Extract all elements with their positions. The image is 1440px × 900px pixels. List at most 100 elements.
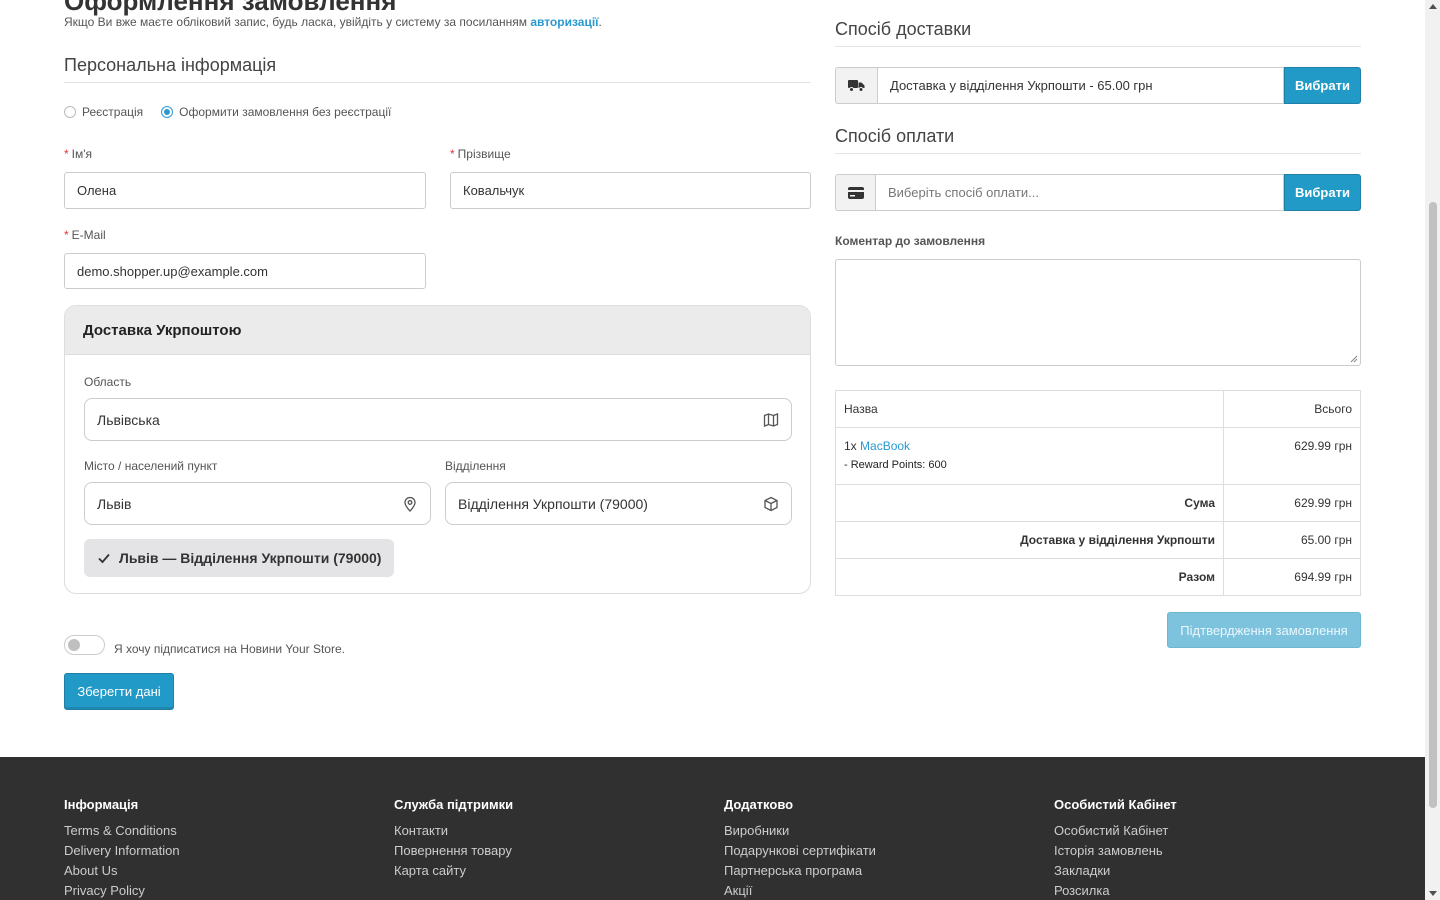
payment-method-placeholder[interactable]: Виберіть спосіб оплати... bbox=[875, 174, 1284, 211]
city-value: Львів bbox=[97, 495, 132, 512]
account-type-radios: Реєстрація Оформити замовлення без реєст… bbox=[64, 105, 409, 119]
table-row: Сума 629.99 грн bbox=[835, 484, 1361, 522]
map-icon bbox=[763, 413, 779, 427]
scroll-up-icon[interactable] bbox=[1429, 4, 1437, 9]
resize-grip-icon[interactable] bbox=[1350, 355, 1358, 363]
check-icon bbox=[98, 553, 110, 564]
radio-guest[interactable] bbox=[161, 106, 174, 118]
scroll-down-icon[interactable] bbox=[1429, 891, 1437, 896]
footer-link[interactable]: Повернення товару bbox=[394, 841, 513, 861]
city-label: Місто / населений пункт bbox=[84, 459, 218, 473]
footer-link[interactable]: Розсилка bbox=[1054, 881, 1177, 900]
radio-register[interactable] bbox=[64, 106, 76, 118]
footer-link[interactable]: Карта сайту bbox=[394, 861, 513, 881]
ukrposhta-card-title: Доставка Укрпоштою bbox=[65, 306, 810, 355]
footer: Інформація Terms & Conditions Delivery I… bbox=[0, 757, 1425, 900]
scroll-thumb[interactable] bbox=[1429, 202, 1437, 808]
personal-info-title: Персональна інформація bbox=[64, 55, 277, 75]
shipping-value: 65.00 грн bbox=[1223, 521, 1361, 559]
page-scrollbar[interactable] bbox=[1425, 0, 1440, 900]
product-link[interactable]: MacBook bbox=[860, 439, 910, 453]
footer-extra-title: Додатково bbox=[724, 797, 794, 812]
divider bbox=[64, 82, 811, 83]
footer-link[interactable]: Виробники bbox=[724, 821, 876, 841]
shipping-label: Доставка у відділення Укрпошти bbox=[835, 521, 1224, 559]
login-note: Якщо Ви вже маєте обліковий запис, будь … bbox=[64, 15, 602, 29]
table-row: 1x MacBook - Reward Points: 600 629.99 г… bbox=[835, 427, 1361, 485]
city-input[interactable]: Львів bbox=[84, 482, 431, 525]
comment-textarea[interactable] bbox=[835, 259, 1361, 366]
save-button[interactable]: Зберегти дані bbox=[64, 673, 174, 710]
footer-link[interactable]: Terms & Conditions bbox=[64, 821, 180, 841]
subtotal-label: Сума bbox=[835, 484, 1224, 522]
table-header-row: Назва Всього bbox=[835, 390, 1361, 428]
footer-info-title: Інформація bbox=[64, 797, 139, 812]
branch-input[interactable]: Відділення Укрпошти (79000) bbox=[445, 482, 792, 525]
total-label: Разом bbox=[835, 558, 1224, 596]
payment-method-group: Виберіть спосіб оплати... Вибрати bbox=[835, 174, 1361, 211]
login-link[interactable]: авторизації bbox=[530, 15, 598, 29]
newsletter-row: Я хочу підписатися на Новини Your Store. bbox=[64, 634, 345, 656]
shipping-method-title: Спосіб доставки bbox=[835, 19, 972, 39]
newsletter-toggle[interactable] bbox=[64, 635, 105, 655]
footer-link[interactable]: Подарункові сертифікати bbox=[724, 841, 876, 861]
product-qty: 1x bbox=[844, 439, 857, 453]
footer-support-column: Служба підтримки Контакти Повернення тов… bbox=[394, 797, 513, 881]
choose-payment-button[interactable]: Вибрати bbox=[1284, 174, 1361, 211]
table-row: Доставка у відділення Укрпошти 65.00 грн bbox=[835, 521, 1361, 559]
checkout-page: Оформлення замовлення Якщо Ви вже маєте … bbox=[0, 0, 1425, 900]
total-value: 694.99 грн bbox=[1223, 558, 1361, 596]
footer-extra-column: Додатково Виробники Подарункові сертифік… bbox=[724, 797, 876, 900]
footer-link[interactable]: Історія замовлень bbox=[1054, 841, 1177, 861]
footer-info-column: Інформація Terms & Conditions Delivery I… bbox=[64, 797, 180, 900]
divider bbox=[835, 153, 1361, 154]
newsletter-label: Я хочу підписатися на Новини Your Store. bbox=[114, 642, 345, 656]
credit-card-icon bbox=[835, 174, 875, 211]
footer-link[interactable]: Privacy Policy bbox=[64, 881, 180, 900]
footer-account-column: Особистий Кабінет Особистий Кабінет Істо… bbox=[1054, 797, 1177, 900]
package-icon bbox=[764, 496, 778, 512]
footer-link[interactable]: Особистий Кабінет bbox=[1054, 821, 1177, 841]
truck-icon bbox=[835, 67, 877, 104]
branch-value: Відділення Укрпошти (79000) bbox=[458, 495, 648, 512]
footer-support-title: Служба підтримки bbox=[394, 797, 514, 812]
lastname-label: * Прізвище bbox=[450, 147, 511, 161]
choose-shipping-button[interactable]: Вибрати bbox=[1284, 67, 1361, 104]
footer-link[interactable]: About Us bbox=[64, 861, 180, 881]
footer-link[interactable]: Delivery Information bbox=[64, 841, 180, 861]
product-total: 629.99 грн bbox=[1223, 427, 1361, 485]
selected-branch-text: Львів — Відділення Укрпошти (79000) bbox=[119, 550, 382, 566]
radio-guest-label[interactable]: Оформити замовлення без реєстрації bbox=[179, 105, 391, 119]
shipping-method-value[interactable]: Доставка у відділення Укрпошти - 65.00 г… bbox=[877, 67, 1284, 104]
radio-register-label[interactable]: Реєстрація bbox=[82, 105, 143, 119]
order-summary-table: Назва Всього 1x MacBook - Reward Points:… bbox=[835, 390, 1361, 596]
footer-link[interactable]: Партнерська програма bbox=[724, 861, 876, 881]
col-name-header: Назва bbox=[835, 390, 1224, 428]
selected-branch-pill: Львів — Відділення Укрпошти (79000) bbox=[84, 539, 395, 577]
region-value: Львівська bbox=[97, 411, 160, 428]
login-note-suffix: . bbox=[598, 15, 602, 29]
lastname-input[interactable]: Ковальчук bbox=[450, 172, 811, 209]
location-pin-icon bbox=[404, 496, 416, 512]
footer-link[interactable]: Контакти bbox=[394, 821, 513, 841]
table-row: Разом 694.99 грн bbox=[835, 558, 1361, 596]
firstname-input[interactable]: Олена bbox=[64, 172, 426, 209]
payment-method-title: Спосіб оплати bbox=[835, 126, 955, 146]
confirm-order-button[interactable]: Підтвердження замовлення bbox=[1167, 612, 1361, 648]
product-cell: 1x MacBook - Reward Points: 600 bbox=[835, 427, 1224, 485]
ukrposhta-card: Доставка Укрпоштою Область Львівська Міс… bbox=[64, 305, 811, 594]
region-input[interactable]: Львівська bbox=[84, 398, 792, 441]
comment-label: Коментар до замовлення bbox=[835, 234, 986, 248]
divider bbox=[835, 46, 1361, 47]
footer-link[interactable]: Акції bbox=[724, 881, 876, 900]
footer-account-title: Особистий Кабінет bbox=[1054, 797, 1177, 812]
email-input[interactable]: demo.shopper.up@example.com bbox=[64, 253, 426, 289]
subtotal-value: 629.99 грн bbox=[1223, 484, 1361, 522]
firstname-label: * Ім'я bbox=[64, 147, 93, 161]
shipping-method-group: Доставка у відділення Укрпошти - 65.00 г… bbox=[835, 67, 1361, 104]
footer-link[interactable]: Закладки bbox=[1054, 861, 1177, 881]
branch-label: Відділення bbox=[445, 459, 506, 473]
product-reward: - Reward Points: 600 bbox=[844, 459, 947, 471]
login-note-text: Якщо Ви вже маєте обліковий запис, будь … bbox=[64, 15, 531, 29]
region-label: Область bbox=[84, 375, 132, 389]
